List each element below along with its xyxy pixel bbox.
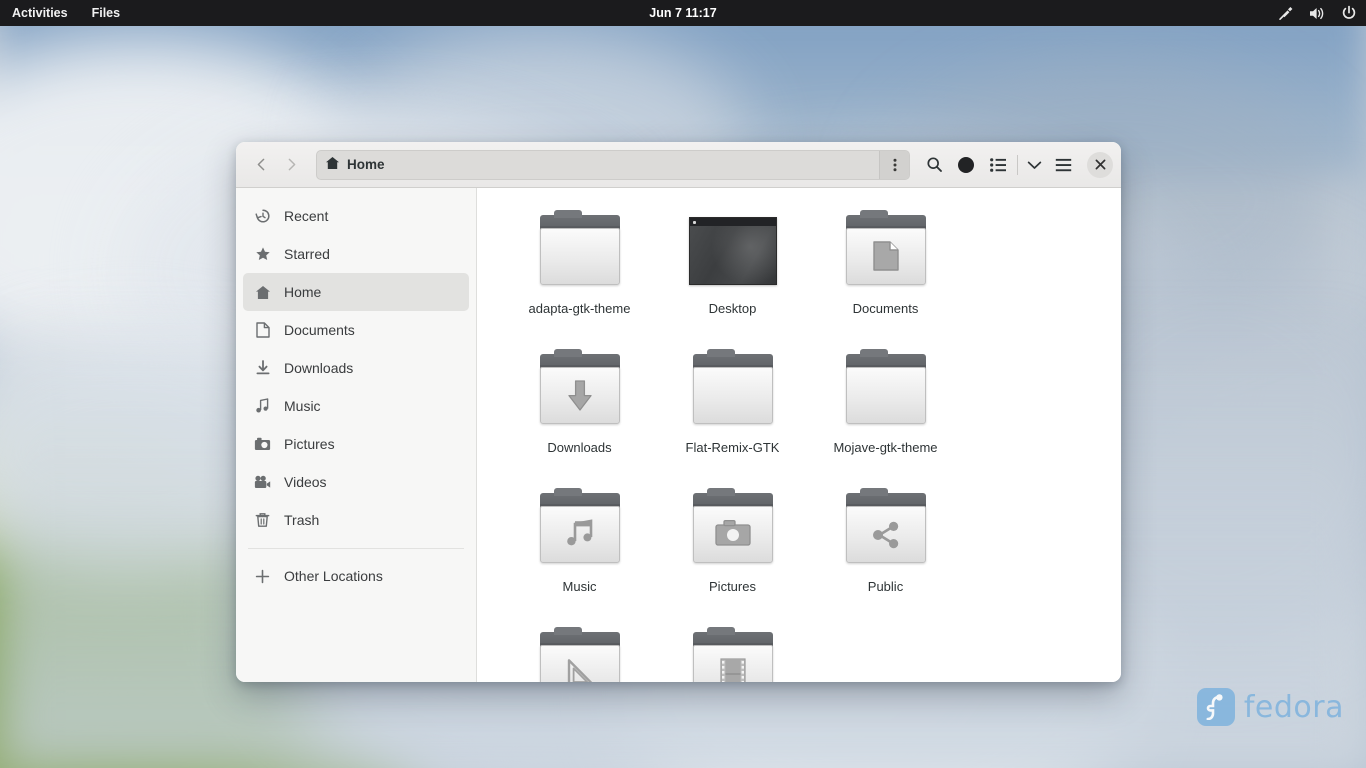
clock[interactable]: Jun 7 11:17 <box>0 6 1366 20</box>
view-options-button[interactable] <box>1021 149 1047 181</box>
list-view-button[interactable] <box>982 149 1014 181</box>
file-name: Documents <box>853 301 919 317</box>
pathbar-label: Home <box>347 157 385 172</box>
back-button[interactable] <box>246 150 276 180</box>
file-name: Flat-Remix-GTK <box>686 440 780 456</box>
fedora-watermark: fedora <box>1197 688 1344 726</box>
home-icon <box>325 156 340 173</box>
music-emblem-icon <box>532 519 628 549</box>
file-grid[interactable]: adapta-gtk-theme Desktop <box>477 188 1121 682</box>
sidebar-item-label: Downloads <box>284 360 353 376</box>
app-menu-files[interactable]: Files <box>80 0 133 26</box>
history-icon <box>254 208 271 225</box>
sidebar-divider <box>248 548 464 549</box>
file-item[interactable]: Templates <box>503 623 656 682</box>
sidebar-item-label: Other Locations <box>284 568 383 584</box>
sidebar-item-label: Starred <box>284 246 330 262</box>
file-item[interactable]: Flat-Remix-GTK <box>656 345 809 484</box>
grid-view-button[interactable] <box>950 149 982 181</box>
file-name: Public <box>868 579 903 595</box>
plus-icon <box>254 568 271 585</box>
file-name: Mojave-gtk-theme <box>833 440 937 456</box>
folder-icon <box>685 632 781 682</box>
file-item[interactable]: Music <box>503 484 656 623</box>
pathbar-menu-button[interactable] <box>879 151 909 179</box>
sidebar-item-trash[interactable]: Trash <box>243 501 469 539</box>
share-emblem-icon <box>838 519 934 551</box>
file-item[interactable]: Desktop <box>656 206 809 345</box>
file-item[interactable]: adapta-gtk-theme <box>503 206 656 345</box>
file-name: Downloads <box>547 440 611 456</box>
sidebar-item-label: Trash <box>284 512 319 528</box>
file-item[interactable]: Videos <box>656 623 809 682</box>
folder-icon <box>838 215 934 289</box>
sidebar-item-label: Music <box>284 398 321 414</box>
file-item[interactable]: Documents <box>809 206 962 345</box>
fedora-wordmark: fedora <box>1244 690 1344 725</box>
folder-icon <box>685 354 781 428</box>
pathbar[interactable]: Home <box>316 150 910 180</box>
volume-icon <box>1308 4 1326 22</box>
camera-icon <box>254 436 271 453</box>
file-item[interactable]: Downloads <box>503 345 656 484</box>
folder-icon <box>532 215 628 289</box>
file-name: Music <box>563 579 597 595</box>
download-emblem-icon <box>532 380 628 412</box>
music-icon <box>254 398 271 415</box>
activities-button[interactable]: Activities <box>0 0 80 26</box>
sidebar-item-label: Documents <box>284 322 355 338</box>
file-item[interactable]: Public <box>809 484 962 623</box>
sidebar-item-label: Home <box>284 284 321 300</box>
window-headerbar: Home <box>236 142 1121 188</box>
sidebar-item-home[interactable]: Home <box>243 273 469 311</box>
sidebar-item-music[interactable]: Music <box>243 387 469 425</box>
sidebar-item-label: Videos <box>284 474 327 490</box>
sidebar-item-label: Pictures <box>284 436 335 452</box>
file-item[interactable]: Mojave-gtk-theme <box>809 345 962 484</box>
system-status-area[interactable] <box>1276 4 1358 22</box>
folder-icon <box>532 493 628 567</box>
desktop-thumbnail-icon <box>685 215 781 289</box>
folder-icon <box>685 493 781 567</box>
folder-icon <box>532 632 628 682</box>
files-window: Home <box>236 142 1121 682</box>
fedora-logo-icon <box>1197 688 1235 726</box>
close-window-button[interactable] <box>1087 152 1113 178</box>
forward-button[interactable] <box>276 150 306 180</box>
document-emblem-icon <box>838 241 934 271</box>
sidebar-item-videos[interactable]: Videos <box>243 463 469 501</box>
gnome-top-panel: Activities Files Jun 7 11:17 <box>0 0 1366 26</box>
trash-icon <box>254 512 271 529</box>
video-icon <box>254 474 271 491</box>
power-icon <box>1340 4 1358 22</box>
file-name: Pictures <box>709 579 756 595</box>
pathbar-current-location[interactable]: Home <box>325 156 385 173</box>
window-body: Recent Starred Home <box>236 188 1121 682</box>
sidebar-item-recent[interactable]: Recent <box>243 197 469 235</box>
search-button[interactable] <box>918 149 950 181</box>
file-name: Desktop <box>709 301 757 317</box>
document-icon <box>254 322 271 339</box>
file-name: adapta-gtk-theme <box>529 301 631 317</box>
toolbar-separator <box>1017 155 1018 175</box>
sidebar-item-starred[interactable]: Starred <box>243 235 469 273</box>
home-icon <box>254 284 271 301</box>
film-emblem-icon <box>685 658 781 682</box>
folder-icon <box>838 354 934 428</box>
sidebar-item-pictures[interactable]: Pictures <box>243 425 469 463</box>
sidebar-item-downloads[interactable]: Downloads <box>243 349 469 387</box>
network-vpn-icon <box>1276 4 1294 22</box>
sidebar-item-label: Recent <box>284 208 328 224</box>
camera-emblem-icon <box>685 519 781 547</box>
download-icon <box>254 360 271 377</box>
main-menu-button[interactable] <box>1047 149 1079 181</box>
folder-icon <box>532 354 628 428</box>
places-sidebar: Recent Starred Home <box>236 188 477 682</box>
template-emblem-icon <box>532 658 628 682</box>
folder-icon <box>838 493 934 567</box>
star-icon <box>254 246 271 263</box>
sidebar-item-other-locations[interactable]: Other Locations <box>243 557 469 595</box>
file-item[interactable]: Pictures <box>656 484 809 623</box>
sidebar-item-documents[interactable]: Documents <box>243 311 469 349</box>
